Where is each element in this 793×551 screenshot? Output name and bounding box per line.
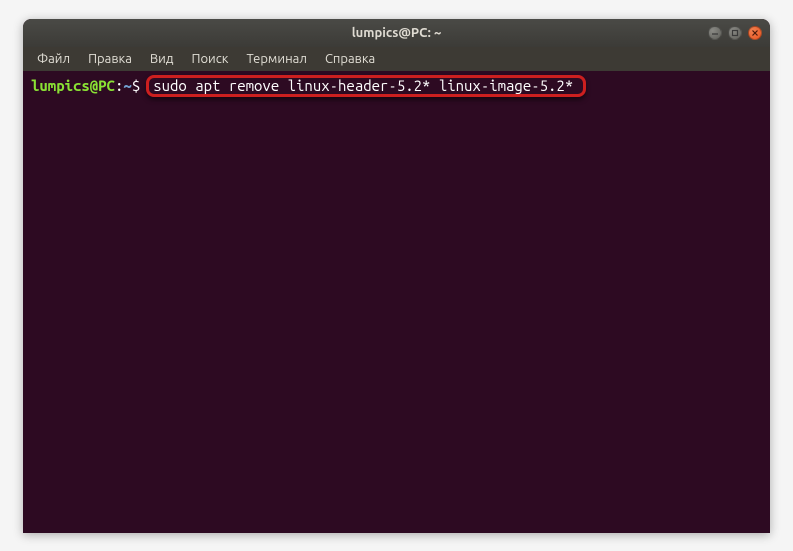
command-text: sudo apt remove linux-header-5.2* linux-… [153, 76, 573, 96]
prompt-colon: : [115, 76, 123, 96]
menu-file[interactable]: Файл [29, 50, 78, 68]
maximize-button[interactable] [728, 26, 742, 40]
window-title: lumpics@PC: ~ [352, 26, 442, 40]
menu-view[interactable]: Вид [142, 50, 182, 68]
menu-edit[interactable]: Правка [80, 50, 140, 68]
minimize-icon [711, 29, 719, 37]
titlebar: lumpics@PC: ~ [23, 19, 770, 47]
menu-terminal[interactable]: Терминал [238, 50, 314, 68]
menu-search[interactable]: Поиск [183, 50, 236, 68]
terminal-window: lumpics@PC: ~ Файл Правка Вид Поиск Терм… [23, 19, 770, 533]
maximize-icon [731, 29, 739, 37]
close-icon [751, 29, 759, 37]
terminal-body[interactable]: lumpics@PC:~$ sudo apt remove linux-head… [23, 71, 770, 533]
command-highlight: sudo apt remove linux-header-5.2* linux-… [146, 75, 586, 97]
close-button[interactable] [748, 26, 762, 40]
prompt-dollar: $ [132, 76, 140, 96]
menu-help[interactable]: Справка [317, 50, 383, 68]
prompt-path: ~ [123, 76, 131, 96]
prompt-line: lumpics@PC:~$ sudo apt remove linux-head… [31, 75, 762, 97]
minimize-button[interactable] [708, 26, 722, 40]
menubar: Файл Правка Вид Поиск Терминал Справка [23, 47, 770, 71]
prompt-user-host: lumpics@PC [31, 76, 115, 96]
window-controls [708, 26, 762, 40]
